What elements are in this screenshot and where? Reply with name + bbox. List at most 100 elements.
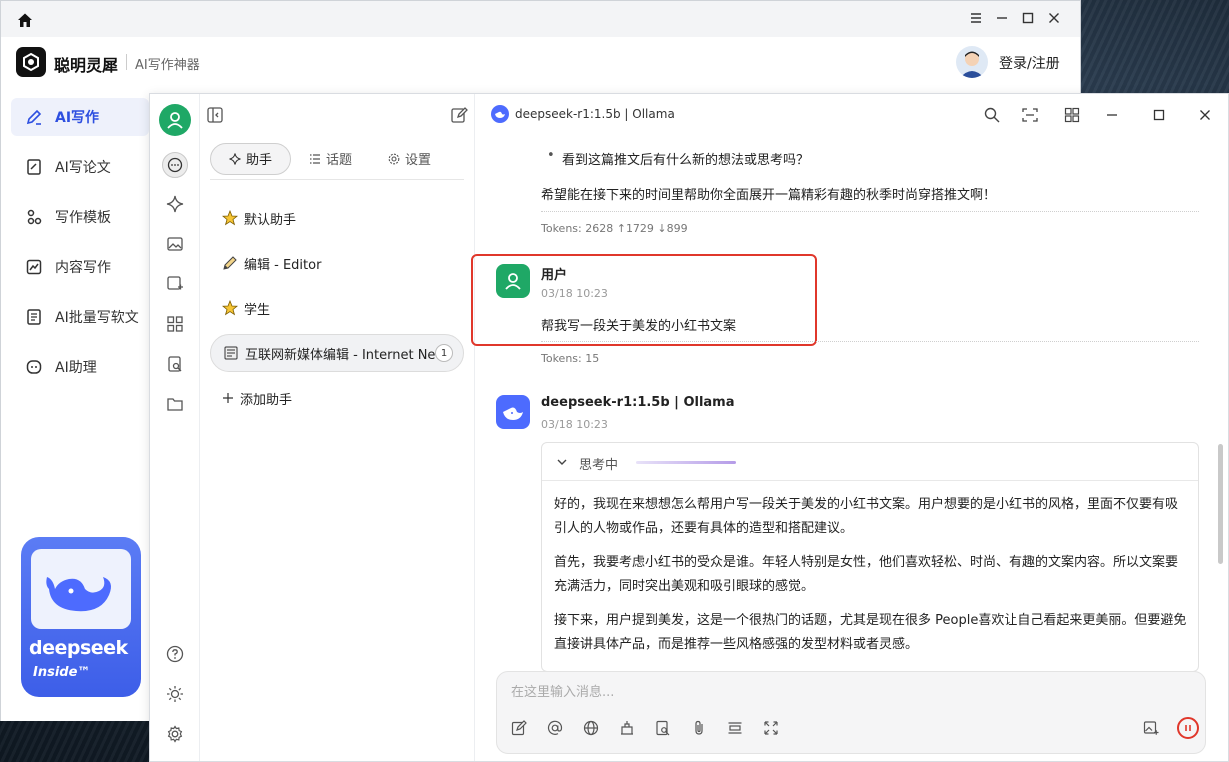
chevron-down-icon (557, 459, 567, 465)
thinking-label: 思考中 (579, 458, 619, 473)
nav-item-batch-articles[interactable]: AI批量写软文 (11, 298, 149, 336)
thinking-paragraph: 首先，我要考虑小红书的受众是谁。年轻人特别是女性，他们喜欢轻松、时尚、有趣的文案… (554, 555, 1179, 594)
file-search-icon[interactable] (162, 351, 188, 377)
tab-topics[interactable]: 话题 (291, 143, 370, 175)
star-icon (222, 300, 238, 316)
thinking-paragraph: 好的，我现在来想想怎么帮用户写一段关于美发的小红书文案。用户想要的是小红书的风格… (554, 497, 1179, 536)
deepseek-wordmark: deepseek (29, 637, 128, 659)
login-register-link[interactable]: 登录/注册 (999, 53, 1060, 73)
outer-header: 聪明灵犀 AI写作神器 登录/注册 (1, 37, 1080, 87)
outer-titlebar (1, 1, 1080, 37)
document-icon (27, 309, 41, 325)
new-chat-icon[interactable] (450, 106, 468, 124)
profile-avatar[interactable] (159, 104, 191, 136)
stop-generation-button[interactable] (1177, 717, 1199, 739)
bot-message-name: deepseek-r1:1.5b | Ollama (541, 395, 735, 410)
paperclip-icon[interactable] (689, 718, 709, 738)
deepseek-promo-card[interactable]: deepseek Inside™ (21, 537, 141, 697)
mention-icon[interactable] (545, 718, 565, 738)
model-deepseek-icon (491, 105, 509, 123)
sparkle-icon (229, 152, 241, 165)
assistant-item-student[interactable]: 学生 (210, 289, 464, 327)
nav-item-ai-writing[interactable]: AI写作 (11, 98, 149, 136)
prev-closing-text: 希望能在接下来的时间里帮助你全面展开一篇精彩有趣的秋季时尚穿搭推文啊！ (541, 188, 997, 203)
assistant-item-editor[interactable]: 编辑 - Editor (210, 244, 464, 282)
nav-item-ai-paper[interactable]: AI写论文 (11, 148, 149, 186)
image-icon[interactable] (162, 231, 188, 257)
folder-icon[interactable] (162, 391, 188, 417)
assistants-tabs: 助手 话题 设置 (210, 142, 464, 180)
layout-grid-icon[interactable] (1063, 106, 1081, 124)
paper-icon (27, 159, 41, 175)
thinking-paragraph: 接下来，用户提到美发，这是一个很热门的话题，尤其是现在很多 People喜欢让自… (554, 613, 1187, 652)
assistant-item-internet-media[interactable]: 互联网新媒体编辑 - Internet New 1 (210, 334, 464, 372)
tab-assistants[interactable]: 助手 (210, 142, 292, 175)
theme-sun-icon[interactable] (162, 681, 188, 707)
clear-context-icon[interactable] (725, 718, 745, 738)
brand-divider (126, 54, 127, 70)
outer-window-controls (968, 10, 1062, 26)
chat-scrollbar[interactable] (1218, 444, 1223, 564)
expand-icon[interactable] (761, 718, 781, 738)
scan-icon[interactable] (1021, 106, 1039, 124)
chart-icon (26, 259, 42, 275)
list-icon (310, 153, 321, 164)
close-icon[interactable] (1046, 10, 1062, 26)
maximize-icon[interactable] (1150, 106, 1168, 124)
brand-subtitle: AI写作神器 (135, 58, 200, 73)
user-avatar[interactable] (956, 46, 988, 78)
prev-bullet-text: 看到这篇推文后有什么新的想法或思考吗？ (562, 153, 810, 168)
bot-message-avatar (496, 395, 530, 429)
settings-gear-icon[interactable] (162, 721, 188, 747)
chat-bubble-icon[interactable] (162, 152, 188, 178)
gear-icon (388, 153, 400, 164)
apps-grid-icon[interactable] (162, 311, 188, 337)
icon-rail (150, 94, 200, 761)
newspaper-icon (224, 346, 238, 360)
brand-logo-icon (16, 47, 46, 77)
bullet-dot: • (547, 148, 555, 163)
maximize-icon[interactable] (1020, 10, 1036, 26)
bot-message-time: 03/18 10:23 (541, 418, 608, 431)
assistants-toolbar (200, 94, 474, 136)
message-divider (541, 211, 1199, 212)
web-search-globe-icon[interactable] (581, 718, 601, 738)
menu-icon[interactable] (968, 10, 984, 26)
user-message-highlight (471, 254, 817, 346)
edit-note-icon[interactable] (509, 718, 529, 738)
assistant-item-default[interactable]: 默认助手 (210, 199, 464, 237)
file-search-icon[interactable] (653, 718, 673, 738)
assistants-panel: 助手 话题 设置 默认助手 编辑 - Editor 学生 互联网新媒体编辑 - … (200, 94, 475, 761)
nav-item-templates[interactable]: 写作模板 (11, 198, 149, 236)
sidebar-toggle-icon[interactable] (206, 106, 224, 124)
message-input[interactable] (511, 678, 1191, 706)
user-token-count: Tokens: 15 (541, 352, 600, 365)
chat-area: deepseek-r1:1.5b | Ollama • 看到这篇推文后有什么新的… (471, 94, 1229, 761)
model-selector[interactable]: deepseek-r1:1.5b | Ollama (515, 107, 675, 121)
help-icon[interactable] (162, 641, 188, 667)
knowledge-base-icon[interactable] (617, 718, 637, 738)
image-edit-icon[interactable] (162, 271, 188, 297)
chat-topbar: deepseek-r1:1.5b | Ollama (475, 94, 1229, 136)
minimize-icon[interactable] (1103, 106, 1121, 124)
message-divider (541, 341, 1199, 342)
close-icon[interactable] (1196, 106, 1214, 124)
sparkle-icon[interactable] (162, 191, 188, 217)
image-generate-icon[interactable] (1141, 718, 1161, 738)
template-icon (27, 209, 42, 225)
tab-settings[interactable]: 设置 (370, 143, 449, 175)
star-icon (222, 210, 238, 226)
home-icon[interactable] (17, 12, 33, 28)
add-assistant-button[interactable]: 添加助手 (210, 379, 464, 417)
plus-icon (223, 393, 233, 403)
message-input-box (496, 671, 1206, 754)
pencil-icon (223, 256, 237, 270)
chat-window: 助手 话题 设置 默认助手 编辑 - Editor 学生 互联网新媒体编辑 - … (149, 93, 1229, 762)
minimize-icon[interactable] (994, 10, 1010, 26)
thinking-header[interactable]: 思考中 (542, 443, 1198, 481)
search-icon[interactable] (983, 106, 1001, 124)
topic-count-badge: 1 (435, 344, 453, 362)
thinking-panel: 思考中 好的，我现在来想想怎么帮用户写一段关于美发的小红书文案。用户想要的是小红… (541, 442, 1199, 672)
nav-item-content-writing[interactable]: 内容写作 (11, 248, 149, 286)
nav-item-ai-assistant[interactable]: AI助理 (11, 348, 149, 386)
